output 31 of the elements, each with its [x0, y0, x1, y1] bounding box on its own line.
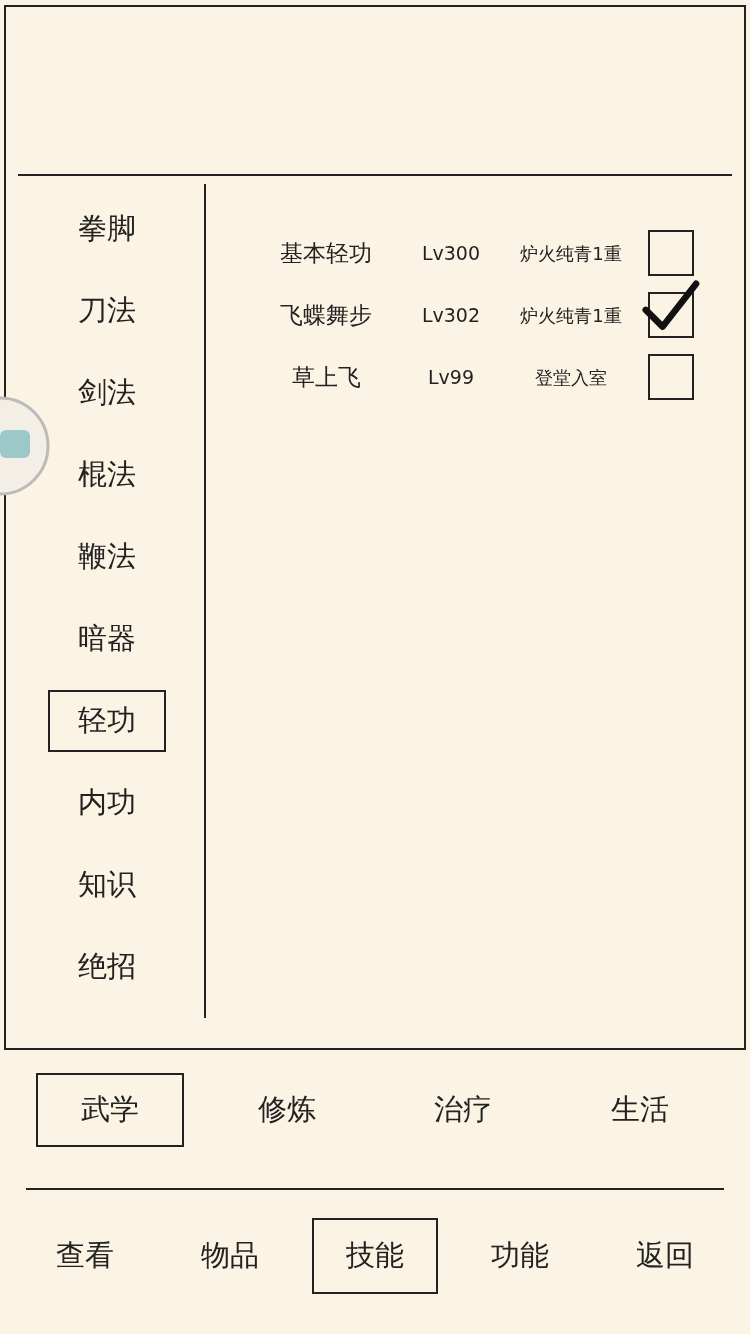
skill-rank: 炉火纯青1重 — [519, 241, 623, 266]
checkbox[interactable] — [648, 230, 694, 276]
nav-tab[interactable]: 物品 — [166, 1218, 293, 1294]
section-tab[interactable]: 治疗 — [389, 1073, 538, 1147]
category-tab[interactable]: 知识 — [48, 854, 166, 916]
nav-tab[interactable]: 功能 — [457, 1218, 584, 1294]
skill-name: 基本轻功 — [279, 238, 373, 268]
section-tab[interactable]: 武学 — [36, 1073, 185, 1147]
nav-tab[interactable]: 技能 — [311, 1218, 438, 1294]
skill-level: Lv300 — [420, 240, 482, 266]
skill-level: Lv302 — [420, 302, 482, 328]
section-tab[interactable]: 生活 — [565, 1073, 714, 1147]
category-tab[interactable]: 刀法 — [48, 280, 166, 342]
skill-rank: 登堂入室 — [534, 365, 608, 390]
skill-level: Lv99 — [427, 364, 475, 390]
category-tab[interactable]: 棍法 — [48, 444, 166, 506]
category-tab[interactable]: 剑法 — [48, 362, 166, 424]
skill-name: 草上飞 — [290, 362, 362, 392]
category-tab[interactable]: 拳脚 — [48, 198, 166, 260]
section-tab[interactable]: 修炼 — [212, 1073, 361, 1147]
category-tab[interactable]: 绝招 — [48, 936, 166, 998]
category-tab[interactable]: 鞭法 — [48, 526, 166, 588]
nav-tab[interactable]: 返回 — [602, 1218, 729, 1294]
category-tab[interactable]: 轻功 — [48, 690, 166, 752]
checkbox[interactable] — [648, 354, 694, 400]
skill-rank: 炉火纯青1重 — [519, 303, 623, 328]
category-tab[interactable]: 暗器 — [48, 608, 166, 670]
checkbox[interactable] — [648, 292, 694, 338]
skill-name: 飞蝶舞步 — [279, 300, 373, 330]
nav-tab[interactable]: 查看 — [21, 1218, 148, 1294]
category-tab[interactable]: 内功 — [48, 772, 166, 834]
